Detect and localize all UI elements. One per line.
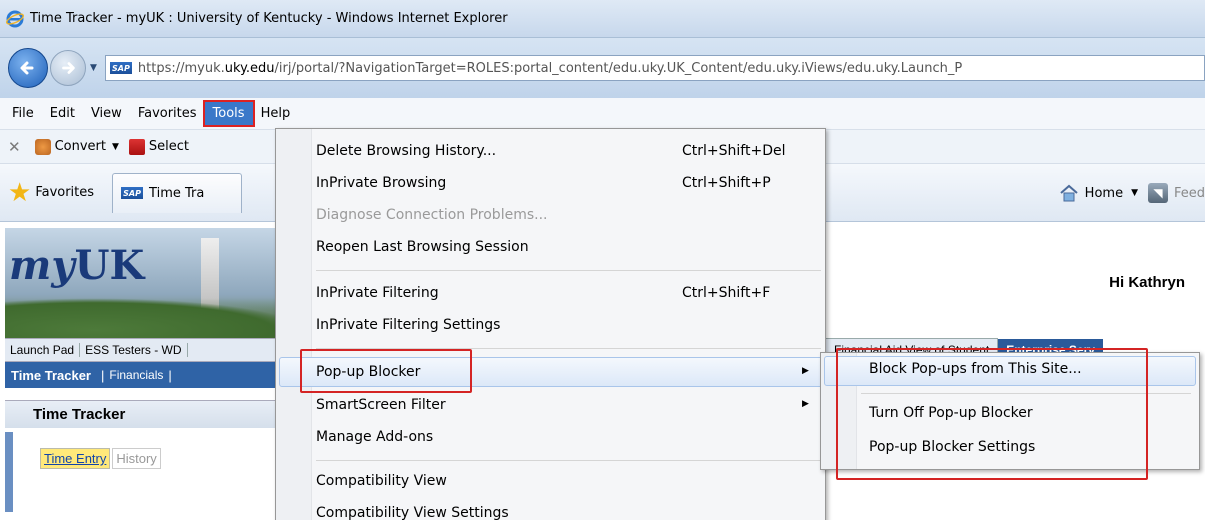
menu-item-shortcut: Ctrl+Shift+Del [682,143,786,159]
sap-favicon-icon: SAP [109,62,132,74]
forward-arrow-icon [62,62,75,74]
portal-sub-navigation: Time Tracker | Financials | [5,362,305,388]
tab-ess-testers[interactable]: ESS Testers - WD [80,343,188,357]
menu-item-label: Manage Add-ons [316,429,434,445]
subnav-separator: | [100,367,105,383]
convert-icon [34,138,51,155]
tab-label: Time Tra [149,185,205,201]
select-pdf-icon [128,138,145,155]
url-path: /irj/portal/?NavigationTarget=ROLES:port… [274,60,963,76]
feeds-button[interactable]: Feed [1174,186,1205,201]
address-bar[interactable]: SAP https://myuk. uky.edu/irj/portal/?Nav… [104,55,1205,81]
time-tracker-nav: Time Entry History [40,448,161,469]
favorites-button[interactable]: Favorites [35,185,94,200]
subnav-time-tracker[interactable]: Time Tracker [11,368,91,383]
subnav-separator: | [168,367,172,383]
subnav-financials[interactable]: Financials [109,368,163,382]
sap-tab-icon: SAP [121,187,144,199]
trees-image [5,298,305,338]
section-title: Time Tracker [5,400,305,428]
favorites-star-icon[interactable]: ★ [8,180,31,206]
menu-icon-gutter [276,129,312,520]
menu-item-label: Compatibility View [316,473,447,489]
menu-item-label: Delete Browsing History... [316,143,497,159]
command-bar-right: Home ▼ ◥ Feed [1059,164,1205,222]
submenu-highlight-box [836,348,1148,480]
menu-item-label: InPrivate Browsing [316,175,447,191]
side-panel-toggle[interactable] [5,432,13,512]
tab-launch-pad[interactable]: Launch Pad [5,343,81,357]
home-dropdown-icon[interactable]: ▼ [1131,188,1138,198]
menu-item-inprivate-filtering[interactable]: InPrivate Filtering Ctrl+Shift+F [316,279,770,307]
convert-button[interactable]: Convert [55,139,106,154]
internet-explorer-icon [6,10,24,27]
close-toolbar-icon[interactable]: ✕ [8,138,21,156]
menu-item-reopen-last-session[interactable]: Reopen Last Browsing Session [316,233,529,261]
menu-item-shortcut: Ctrl+Shift+F [682,285,771,301]
menu-item-compatibility-view[interactable]: Compatibility View [316,467,447,495]
url-prefix: https://myuk. [137,60,225,76]
myuk-logo: myUK [9,242,145,289]
back-button[interactable] [8,48,48,88]
url-domain: uky.edu [224,60,275,76]
greeting-text: Hi Kathryn [1109,274,1185,291]
menu-bar: File Edit View Favorites Tools Help [0,98,1205,130]
menu-item-smartscreen-filter[interactable]: SmartScreen Filter [316,391,446,419]
portal-top-tabs: Launch Pad ESS Testers - WD [5,338,305,362]
menu-item-delete-browsing-history[interactable]: Delete Browsing History... Ctrl+Shift+De… [316,137,785,165]
tools-menu: Delete Browsing History... Ctrl+Shift+De… [275,128,826,520]
forward-button[interactable] [50,50,86,86]
menu-item-label: Reopen Last Browsing Session [316,239,529,255]
feeds-icon[interactable]: ◥ [1147,183,1168,203]
menu-item-label: Compatibility View Settings [316,505,509,520]
menu-separator [316,460,821,461]
menu-file[interactable]: File [4,102,42,125]
home-icon[interactable] [1059,184,1079,202]
time-entry-link[interactable]: Time Entry [40,448,111,469]
submenu-arrow-icon: ▶ [802,366,809,376]
menu-item-label: Diagnose Connection Problems... [316,207,548,223]
menu-item-inprivate-browsing[interactable]: InPrivate Browsing Ctrl+Shift+P [316,169,771,197]
menu-item-label: SmartScreen Filter [316,397,446,413]
window-title-bar: Time Tracker - myUK : University of Kent… [0,0,1205,38]
menu-tools[interactable]: Tools [202,100,255,127]
menu-item-label: InPrivate Filtering Settings [316,317,501,333]
history-link[interactable]: History [112,448,161,469]
window-title: Time Tracker - myUK : University of Kent… [30,11,508,26]
menu-item-diagnose-connection: Diagnose Connection Problems... [316,201,547,229]
menu-item-compatibility-view-settings[interactable]: Compatibility View Settings [316,499,509,520]
convert-dropdown-icon[interactable]: ▼ [112,142,119,152]
menu-separator [316,270,821,271]
menu-item-manage-add-ons[interactable]: Manage Add-ons [316,423,433,451]
menu-item-label: InPrivate Filtering [316,285,439,301]
recent-pages-dropdown-icon[interactable]: ▼ [90,63,97,73]
myuk-banner: myUK [5,228,305,338]
popup-blocker-highlight-box [300,349,472,393]
menu-help[interactable]: Help [253,102,299,125]
submenu-arrow-icon: ▶ [802,399,809,409]
menu-view[interactable]: View [83,102,130,125]
menu-item-inprivate-filtering-settings[interactable]: InPrivate Filtering Settings [316,311,500,339]
navigation-bar: ▼ SAP https://myuk. uky.edu/irj/portal/?N… [0,38,1205,98]
tab-time-tracker[interactable]: SAP Time Tra [112,172,243,213]
select-button[interactable]: Select [149,139,189,154]
menu-favorites[interactable]: Favorites [130,102,205,125]
menu-item-shortcut: Ctrl+Shift+P [682,175,771,191]
back-arrow-icon [20,61,34,75]
menu-edit[interactable]: Edit [42,102,83,125]
home-button[interactable]: Home [1085,186,1123,201]
